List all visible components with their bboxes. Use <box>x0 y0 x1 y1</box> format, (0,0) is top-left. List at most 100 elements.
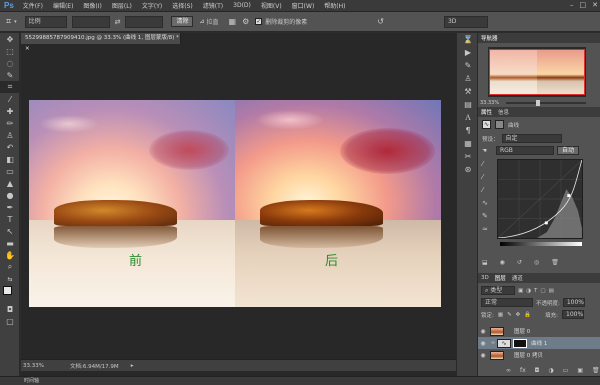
preset-select[interactable]: 自定 <box>501 134 562 143</box>
new-adjustment-icon[interactable]: ◑ <box>548 367 553 374</box>
reset-icon[interactable]: ↺ <box>377 17 384 26</box>
grid-overlay-icon[interactable]: ▦ <box>229 17 237 26</box>
workspace-select[interactable]: 3D <box>443 15 488 28</box>
menu-image[interactable]: 图像(I) <box>78 1 106 10</box>
clone-source-icon[interactable]: ♙ <box>457 72 479 85</box>
character-icon[interactable]: A <box>457 111 479 124</box>
lock-transparent-icon[interactable]: ▦ <box>498 312 503 318</box>
opacity-field[interactable]: 100% <box>562 298 585 307</box>
menu-filter[interactable]: 滤镜(T) <box>198 1 228 10</box>
brush-presets-icon[interactable]: ✎ <box>457 59 479 72</box>
layer-row[interactable]: ◉ 图层 0 <box>478 325 600 337</box>
sample-white-icon[interactable]: ⁄ <box>482 186 488 194</box>
menu-edit[interactable]: 编辑(E) <box>48 1 78 10</box>
swatches-icon[interactable]: ▦ <box>457 137 479 150</box>
canvas[interactable]: 前 后 <box>29 100 441 307</box>
layer-mask-thumbnail[interactable] <box>513 338 528 348</box>
minimize-icon[interactable]: – <box>570 1 574 9</box>
3d-icon[interactable]: ⊛ <box>457 163 479 176</box>
view-previous-icon[interactable]: ◉ <box>500 259 505 266</box>
menu-layer[interactable]: 图层(L) <box>107 1 137 10</box>
swap-colors-icon[interactable]: ⇆ <box>0 273 20 285</box>
filter-kind-select[interactable]: ⌕ 类型 <box>481 286 515 295</box>
trash-icon[interactable]: 🗑 <box>551 259 559 266</box>
navigator-zoom-slider[interactable] <box>506 100 586 106</box>
width-field[interactable] <box>71 15 110 28</box>
layer-name[interactable]: 图层 0 <box>514 327 530 335</box>
lock-position-icon[interactable]: ✥ <box>516 312 521 318</box>
shape-tool-icon[interactable]: ▬ <box>0 237 20 249</box>
visibility-eye-icon[interactable]: ◉ <box>478 352 488 359</box>
maximize-icon[interactable]: □ <box>580 1 587 9</box>
menu-window[interactable]: 窗口(W) <box>287 1 320 10</box>
hand-tool-icon[interactable]: ✋ <box>0 249 20 261</box>
menu-type[interactable]: 文字(Y) <box>137 1 167 10</box>
navigator-zoom[interactable]: 33.33% <box>480 100 499 106</box>
auto-button[interactable]: 自动 <box>556 146 579 155</box>
tab-3d[interactable]: 3D <box>481 275 489 281</box>
mask-icon[interactable] <box>495 120 504 129</box>
layer-comps-icon[interactable]: ▤ <box>457 98 479 111</box>
timeline-bar[interactable]: 时间轴 <box>0 376 600 385</box>
tab-layers[interactable]: 图层 <box>495 274 506 282</box>
move-tool-icon[interactable]: ✥ <box>0 33 20 45</box>
filter-shape-icon[interactable]: ▢ <box>540 288 545 294</box>
layer-name[interactable]: 曲线 1 <box>531 339 547 347</box>
reset-icon[interactable]: ↺ <box>517 259 522 266</box>
blur-tool-icon[interactable]: ▲ <box>0 177 20 189</box>
healing-tool-icon[interactable]: ✚ <box>0 105 20 117</box>
height-field[interactable] <box>125 15 164 28</box>
pencil-icon[interactable]: ✎ <box>482 212 488 220</box>
document-tab[interactable]: 55299885787909410.jpg @ 33.3% (曲线 1, 图层蒙… <box>21 33 181 52</box>
new-group-icon[interactable]: ▭ <box>563 367 569 374</box>
straighten-icon[interactable]: ⊿ <box>199 18 204 25</box>
color-swatches[interactable] <box>0 285 20 303</box>
crop-tool-icon[interactable]: ⌗ <box>0 81 20 93</box>
visibility-icon[interactable]: ◎ <box>534 259 539 266</box>
eraser-tool-icon[interactable]: ◧ <box>0 153 20 165</box>
screen-mode-icon[interactable]: ▢ <box>0 315 20 327</box>
foreground-color[interactable] <box>3 286 12 295</box>
tab-info[interactable]: 信息 <box>498 108 509 116</box>
navigator-view-box[interactable] <box>489 49 585 95</box>
hand-target-icon[interactable]: ☚ <box>482 148 487 154</box>
lock-pixels-icon[interactable]: ✎ <box>507 312 512 318</box>
filter-pixel-icon[interactable]: ▣ <box>518 288 523 294</box>
smooth-icon[interactable]: ≈ <box>482 225 488 233</box>
layer-row[interactable]: ◉ 图层 0 拷贝 <box>478 349 600 361</box>
link-layers-icon[interactable]: ∞ <box>506 367 511 374</box>
marquee-tool-icon[interactable]: ⬚ <box>0 45 20 57</box>
filter-adjust-icon[interactable]: ◑ <box>526 288 531 294</box>
lock-all-icon[interactable]: 🔒 <box>524 312 531 318</box>
history-brush-icon[interactable]: ↶ <box>0 141 20 153</box>
actions-icon[interactable]: ▶ <box>457 46 479 59</box>
trash-icon[interactable]: 🗑 <box>592 367 600 374</box>
visibility-eye-icon[interactable]: ◉ <box>478 328 488 335</box>
dodge-tool-icon[interactable]: ● <box>0 189 20 201</box>
zoom-readout[interactable]: 33.33% <box>23 363 44 369</box>
new-layer-icon[interactable]: ▣ <box>577 367 583 374</box>
chevron-right-icon[interactable]: ▸ <box>131 363 134 369</box>
clip-to-layer-icon[interactable]: ⬓ <box>482 259 488 266</box>
chevron-down-icon[interactable]: ▾ <box>14 19 17 25</box>
menu-help[interactable]: 帮助(H) <box>319 1 350 10</box>
eyedropper-tool-icon[interactable]: ⁄ <box>0 93 20 105</box>
menu-3d[interactable]: 3D(D) <box>228 2 256 9</box>
slider-handle[interactable] <box>536 100 540 106</box>
filter-smart-icon[interactable]: ▤ <box>549 288 554 294</box>
layer-style-icon[interactable]: fx <box>520 367 526 374</box>
crop-tool-icon[interactable]: ⌗ <box>6 17 11 27</box>
layer-name[interactable]: 图层 0 拷贝 <box>514 351 543 359</box>
quick-mask-icon[interactable]: ◘ <box>0 303 20 315</box>
tab-channels[interactable]: 通道 <box>512 274 523 282</box>
close-icon[interactable]: ✕ <box>25 46 30 52</box>
curve-edit-icon[interactable]: ∿ <box>482 199 488 207</box>
tab-navigator[interactable]: 导航器 <box>481 34 498 42</box>
gradient-tool-icon[interactable]: ▭ <box>0 165 20 177</box>
tool-presets-icon[interactable]: ⚒ <box>457 85 479 98</box>
close-icon[interactable]: ✕ <box>592 1 598 9</box>
history-icon[interactable]: ⌛ <box>457 33 479 46</box>
zoom-tool-icon[interactable]: ⌕ <box>0 261 20 273</box>
gear-icon[interactable]: ⚙ <box>242 17 249 26</box>
delete-cropped-checkbox[interactable]: ✓ <box>255 18 263 25</box>
